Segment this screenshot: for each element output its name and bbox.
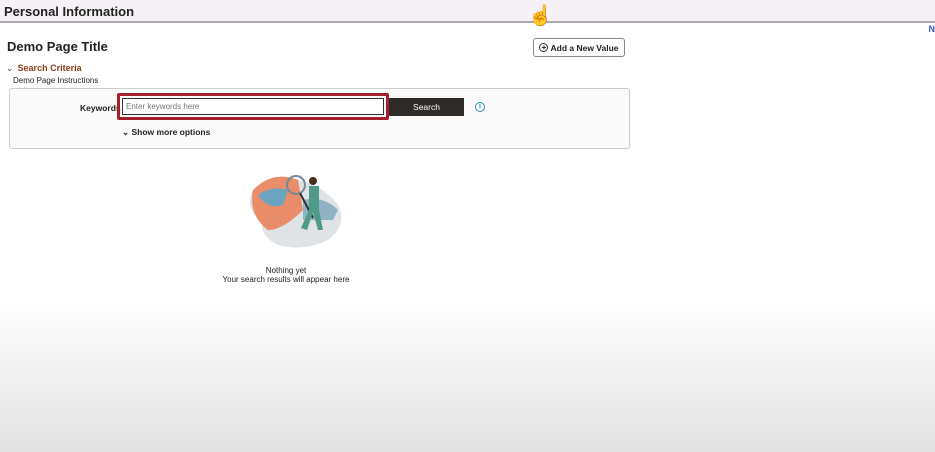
- plus-circle-icon: +: [539, 43, 549, 52]
- clipped-link[interactable]: N: [929, 24, 935, 34]
- search-button[interactable]: Search: [389, 98, 464, 116]
- page-instructions: Demo Page Instructions: [13, 76, 99, 85]
- search-criteria-label: Search Criteria: [17, 63, 82, 73]
- keywords-input[interactable]: [122, 98, 384, 115]
- show-more-options[interactable]: ⌄ Show more options: [122, 127, 210, 138]
- show-more-label: Show more options: [131, 127, 211, 137]
- hand-cursor-icon: ☝: [528, 5, 553, 27]
- add-button-label: Add a New Value: [550, 42, 619, 53]
- keywords-label: Keywords: [80, 103, 121, 113]
- empty-search-illustration: [249, 175, 342, 248]
- search-criteria-toggle[interactable]: ⌄ Search Criteria: [6, 63, 82, 74]
- empty-subtitle: Your search results will appear here: [222, 275, 350, 284]
- page-title: Demo Page Title: [7, 39, 108, 54]
- info-icon[interactable]: i: [475, 102, 485, 112]
- page-header: Personal Information: [0, 0, 935, 23]
- add-new-value-button[interactable]: + Add a New Value: [533, 38, 625, 57]
- empty-state-message: Nothing yet Your search results will appe…: [186, 266, 386, 284]
- chevron-down-icon: ⌄: [6, 63, 14, 73]
- header-title: Personal Information: [4, 4, 135, 19]
- empty-title: Nothing yet: [265, 266, 307, 275]
